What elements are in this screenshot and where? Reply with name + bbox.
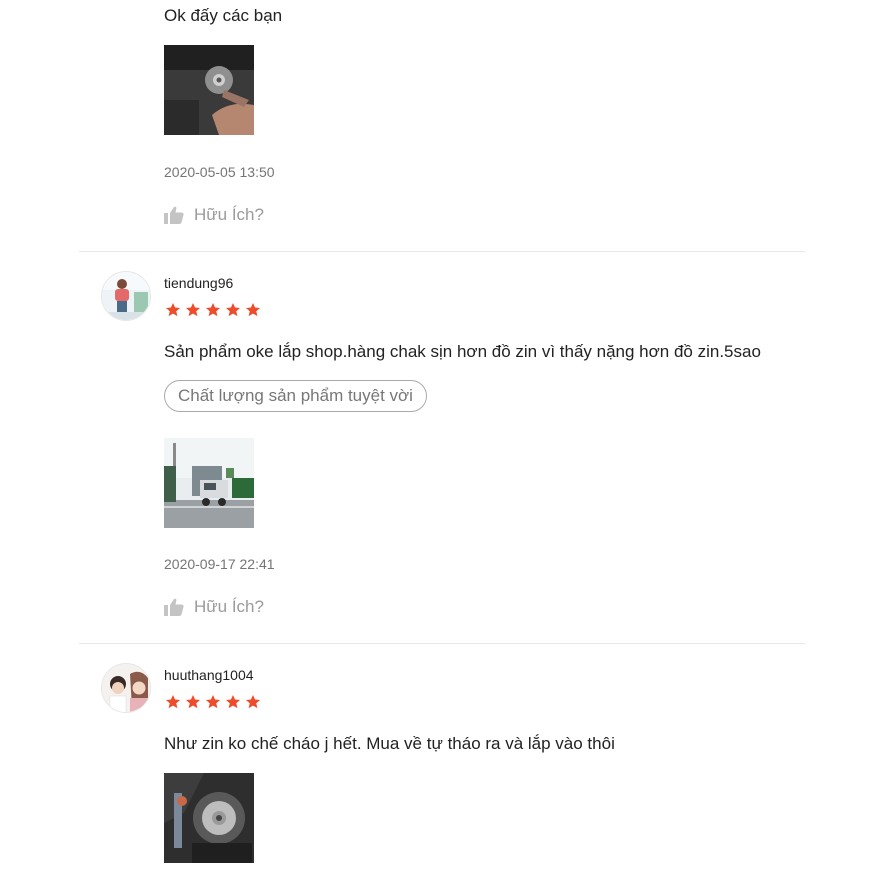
- avatar-image: [102, 664, 150, 712]
- avatar-image: [102, 272, 150, 320]
- star-icon: [206, 695, 220, 709]
- review-photo[interactable]: [164, 773, 254, 863]
- star-icon: [206, 303, 220, 317]
- review-divider: [79, 251, 805, 252]
- helpful-label: Hữu Ích?: [194, 205, 264, 224]
- review-timestamp: 2020-09-17 22:41: [164, 556, 275, 572]
- thumbs-up-icon: [164, 598, 184, 616]
- star-icon: [166, 695, 180, 709]
- review-timestamp: 2020-05-05 13:50: [164, 164, 275, 180]
- review-photo-image: [164, 773, 254, 863]
- star-icon: [226, 303, 240, 317]
- star-icon: [186, 303, 200, 317]
- star-icon: [226, 695, 240, 709]
- review-divider: [79, 643, 805, 644]
- helpful-button[interactable]: Hữu Ích?: [164, 205, 264, 225]
- star-icon: [166, 303, 180, 317]
- avatar[interactable]: [101, 663, 151, 713]
- review-photo[interactable]: [164, 45, 254, 135]
- star-icon: [246, 695, 260, 709]
- star-icon: [246, 303, 260, 317]
- review-tag[interactable]: Chất lượng sản phẩm tuyệt vời: [164, 380, 427, 412]
- review-photo-image: [164, 438, 254, 528]
- star-rating: [165, 694, 261, 710]
- helpful-button[interactable]: Hữu Ích?: [164, 597, 264, 617]
- review-comment: Như zin ko chế cháo j hết. Mua về tự thá…: [164, 734, 615, 753]
- review-photo-image: [164, 45, 254, 135]
- thumbs-up-icon: [164, 206, 184, 224]
- star-icon: [186, 695, 200, 709]
- review-photo[interactable]: [164, 438, 254, 528]
- helpful-label: Hữu Ích?: [194, 597, 264, 616]
- star-rating: [165, 302, 261, 318]
- avatar[interactable]: [101, 271, 151, 321]
- review-username: tiendung96: [164, 275, 234, 291]
- review-username: huuthang1004: [164, 667, 254, 683]
- review-comment: Sản phẩm oke lắp shop.hàng chak sịn hơn …: [164, 342, 761, 361]
- review-comment: Ok đấy các bạn: [164, 6, 283, 25]
